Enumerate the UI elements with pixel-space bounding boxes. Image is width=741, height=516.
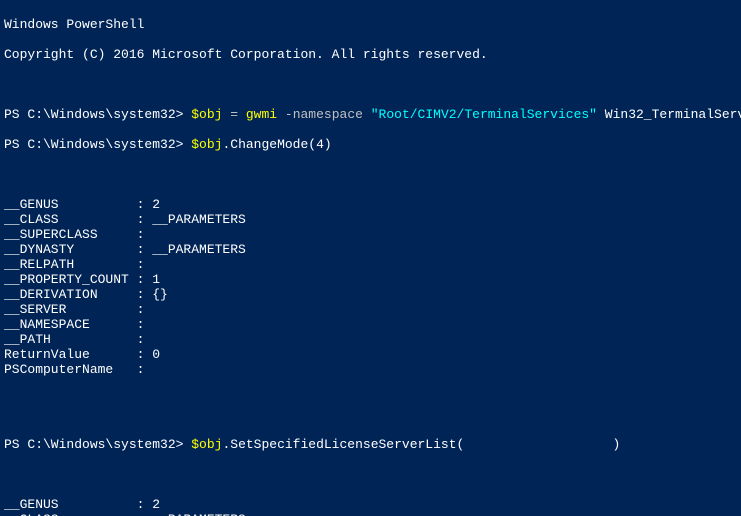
- blank-line: [4, 77, 737, 92]
- output-block-1: __GENUS : 2__CLASS : __PARAMETERS__SUPER…: [4, 167, 737, 422]
- cmd2-call: .ChangeMode(4): [222, 137, 331, 152]
- output-line: __CLASS : __PARAMETERS: [4, 512, 737, 516]
- command-line-2: PS C:\Windows\system32> $obj.ChangeMode(…: [4, 137, 737, 152]
- output-line: PSComputerName :: [4, 362, 737, 377]
- cmd1-string: "Root/CIMV2/TerminalServices": [371, 107, 597, 122]
- cmd1-var: $obj: [191, 107, 222, 122]
- output-line: [4, 167, 737, 182]
- header-line-1: Windows PowerShell: [4, 17, 737, 32]
- command-line-3: PS C:\Windows\system32> $obj.SetSpecifie…: [4, 437, 737, 452]
- output-line: __CLASS : __PARAMETERS: [4, 212, 737, 227]
- cmd3-call: .SetSpecifiedLicenseServerList( ): [222, 437, 620, 452]
- prompt: PS C:\Windows\system32>: [4, 437, 183, 452]
- output-line: __RELPATH :: [4, 257, 737, 272]
- prompt: PS C:\Windows\system32>: [4, 137, 183, 152]
- output-line: [4, 407, 737, 422]
- output-line: __PATH :: [4, 332, 737, 347]
- output-line: __GENUS : 2: [4, 497, 737, 512]
- output-line: [4, 392, 737, 407]
- output-line: __NAMESPACE :: [4, 317, 737, 332]
- cmd2-var: $obj: [191, 137, 222, 152]
- output-line: __SUPERCLASS :: [4, 227, 737, 242]
- cmd1-class: Win32_TerminalServiceSetting: [605, 107, 741, 122]
- output-line: [4, 482, 737, 497]
- powershell-terminal[interactable]: Windows PowerShell Copyright (C) 2016 Mi…: [0, 0, 741, 516]
- output-line: ReturnValue : 0: [4, 347, 737, 362]
- output-line: __GENUS : 2: [4, 197, 737, 212]
- command-line-1: PS C:\Windows\system32> $obj = gwmi -nam…: [4, 107, 737, 122]
- cmd3-var: $obj: [191, 437, 222, 452]
- cmd1-param: -namespace: [285, 107, 363, 122]
- output-line: __PROPERTY_COUNT : 1: [4, 272, 737, 287]
- output-line: __DYNASTY : __PARAMETERS: [4, 242, 737, 257]
- header-line-2: Copyright (C) 2016 Microsoft Corporation…: [4, 47, 737, 62]
- output-line: [4, 377, 737, 392]
- cmd1-cmdlet: gwmi: [246, 107, 277, 122]
- prompt: PS C:\Windows\system32>: [4, 107, 183, 122]
- output-block-2: __GENUS : 2__CLASS : __PARAMETERS__SUPER…: [4, 467, 737, 516]
- output-line: [4, 467, 737, 482]
- output-line: [4, 182, 737, 197]
- output-line: __DERIVATION : {}: [4, 287, 737, 302]
- output-line: __SERVER :: [4, 302, 737, 317]
- cmd1-eq: =: [222, 107, 245, 122]
